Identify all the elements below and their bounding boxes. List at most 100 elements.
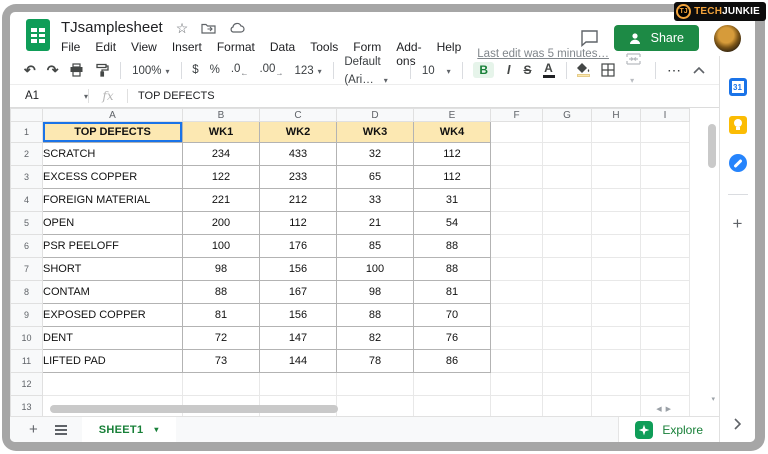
row-header-1[interactable]: 1	[10, 121, 43, 143]
fill-color-button[interactable]	[577, 63, 591, 77]
horizontal-scroll-thumb[interactable]	[50, 405, 338, 413]
cell-C4[interactable]: 212	[259, 188, 337, 212]
cell-B3[interactable]: 122	[182, 165, 260, 189]
cell-I1[interactable]	[640, 121, 690, 143]
row-header-3[interactable]: 3	[10, 165, 43, 189]
cell-C9[interactable]: 156	[259, 303, 337, 327]
font-size-dropdown[interactable]: 10 ▾	[422, 61, 451, 79]
cell-G3[interactable]	[542, 165, 592, 189]
cell-A8[interactable]: CONTAM	[42, 280, 183, 304]
cell-A12[interactable]	[42, 372, 183, 396]
name-box[interactable]: A1 ▾	[10, 90, 88, 102]
cell-A2[interactable]: SCRATCH	[42, 142, 183, 166]
cell-D4[interactable]: 33	[336, 188, 414, 212]
row-header-12[interactable]: 12	[10, 372, 43, 396]
move-folder-icon[interactable]	[201, 22, 216, 34]
cell-E6[interactable]: 88	[413, 234, 491, 258]
cell-I5[interactable]	[640, 211, 690, 235]
cell-A3[interactable]: EXCESS COPPER	[42, 165, 183, 189]
vertical-scrollbar[interactable]	[708, 124, 716, 168]
cell-F10[interactable]	[490, 326, 543, 350]
cell-B5[interactable]: 200	[182, 211, 260, 235]
font-family-dropdown[interactable]: Default (Ari… ▾	[344, 52, 399, 88]
print-icon[interactable]	[69, 63, 84, 77]
cell-I6[interactable]	[640, 234, 690, 258]
cell-C11[interactable]: 144	[259, 349, 337, 373]
cell-I10[interactable]	[640, 326, 690, 350]
cell-C8[interactable]: 167	[259, 280, 337, 304]
cell-A10[interactable]: DENT	[42, 326, 183, 350]
increase-decimal-button[interactable]: .00→	[259, 63, 283, 77]
sheets-logo-icon[interactable]	[26, 19, 50, 56]
cell-E2[interactable]: 112	[413, 142, 491, 166]
cell-B6[interactable]: 100	[182, 234, 260, 258]
cell-F6[interactable]	[490, 234, 543, 258]
cell-D2[interactable]: 32	[336, 142, 414, 166]
format-percent-button[interactable]: %	[210, 64, 220, 76]
cloud-status-icon[interactable]	[229, 22, 245, 33]
cell-F8[interactable]	[490, 280, 543, 304]
strikethrough-button[interactable]: S	[523, 63, 531, 77]
horizontal-scroll-arrows[interactable]: ◀▶	[656, 405, 675, 413]
cell-B8[interactable]: 88	[182, 280, 260, 304]
cell-B10[interactable]: 72	[182, 326, 260, 350]
cell-A6[interactable]: PSR PEELOFF	[42, 234, 183, 258]
cell-H10[interactable]	[591, 326, 641, 350]
cell-E4[interactable]: 31	[413, 188, 491, 212]
zoom-dropdown[interactable]: 100% ▾	[132, 61, 169, 79]
cell-A5[interactable]: OPEN	[42, 211, 183, 235]
cell-E5[interactable]: 54	[413, 211, 491, 235]
sheet-tab[interactable]: SHEET1 ▾	[81, 417, 176, 442]
add-sheet-button[interactable]: +	[29, 422, 38, 437]
cell-D3[interactable]: 65	[336, 165, 414, 189]
column-header-e[interactable]: E	[413, 108, 491, 122]
row-header-7[interactable]: 7	[10, 257, 43, 281]
comment-icon[interactable]	[580, 29, 599, 47]
cell-E9[interactable]: 70	[413, 303, 491, 327]
cell-G7[interactable]	[542, 257, 592, 281]
redo-icon[interactable]: ↷	[47, 63, 59, 77]
column-header-d[interactable]: D	[336, 108, 414, 122]
cell-F1[interactable]	[490, 121, 543, 143]
cell-E7[interactable]: 88	[413, 257, 491, 281]
cell-I2[interactable]	[640, 142, 690, 166]
tasks-icon[interactable]	[728, 154, 747, 172]
cell-G2[interactable]	[542, 142, 592, 166]
paint-format-icon[interactable]	[95, 63, 110, 77]
cell-F9[interactable]	[490, 303, 543, 327]
cell-I3[interactable]	[640, 165, 690, 189]
cell-I9[interactable]	[640, 303, 690, 327]
cell-B4[interactable]: 221	[182, 188, 260, 212]
cell-G8[interactable]	[542, 280, 592, 304]
column-header-i[interactable]: I	[640, 108, 690, 122]
cell-D7[interactable]: 100	[336, 257, 414, 281]
cell-I4[interactable]	[640, 188, 690, 212]
cell-D5[interactable]: 21	[336, 211, 414, 235]
row-header-5[interactable]: 5	[10, 211, 43, 235]
column-header-g[interactable]: G	[542, 108, 592, 122]
cell-B2[interactable]: 234	[182, 142, 260, 166]
cell-F11[interactable]	[490, 349, 543, 373]
cell-H5[interactable]	[591, 211, 641, 235]
cell-C2[interactable]: 433	[259, 142, 337, 166]
column-header-a[interactable]: A	[42, 108, 183, 122]
row-header-13[interactable]: 13	[10, 395, 43, 416]
column-header-b[interactable]: B	[182, 108, 260, 122]
cell-I7[interactable]	[640, 257, 690, 281]
column-header-c[interactable]: C	[259, 108, 337, 122]
star-icon[interactable]: ☆	[176, 21, 189, 35]
cell-C7[interactable]: 156	[259, 257, 337, 281]
cell-H11[interactable]	[591, 349, 641, 373]
cell-F3[interactable]	[490, 165, 543, 189]
cell-B1[interactable]: WK1	[182, 121, 260, 143]
cell-B12[interactable]	[182, 372, 260, 396]
explore-button[interactable]: Explore	[618, 417, 719, 442]
scroll-down-icon[interactable]: ▾	[711, 395, 715, 403]
cell-A7[interactable]: SHORT	[42, 257, 183, 281]
cell-E1[interactable]: WK4	[413, 121, 491, 143]
cell-G12[interactable]	[542, 372, 592, 396]
cell-C1[interactable]: WK2	[259, 121, 337, 143]
column-header-f[interactable]: F	[490, 108, 543, 122]
cell-G4[interactable]	[542, 188, 592, 212]
cell-H3[interactable]	[591, 165, 641, 189]
